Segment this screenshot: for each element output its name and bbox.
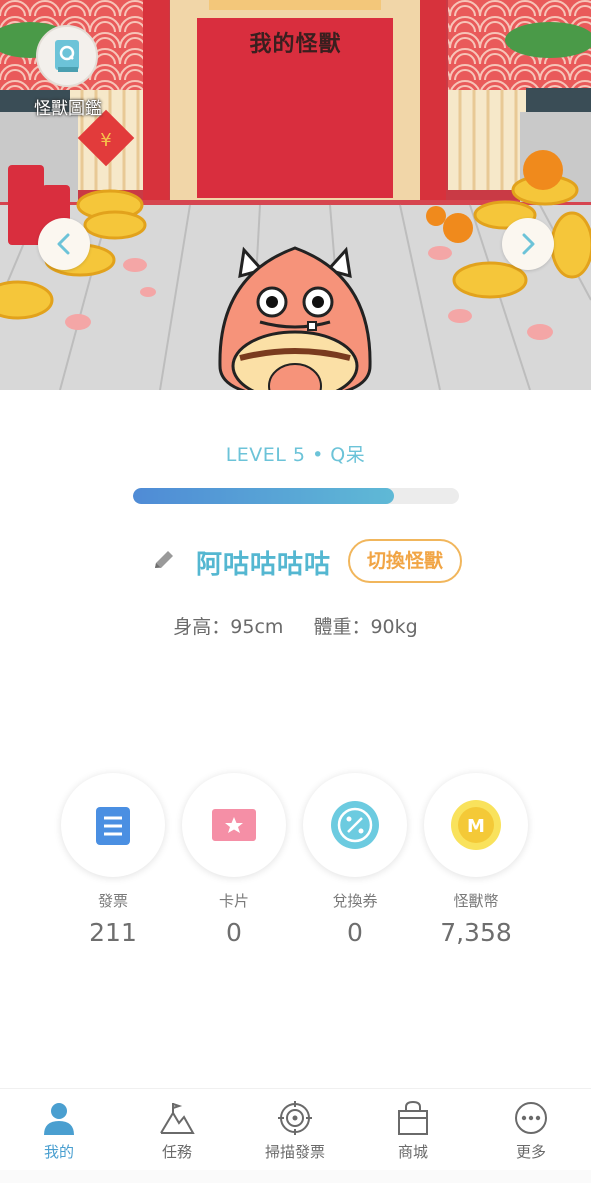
coupon-button[interactable] <box>303 773 407 877</box>
nav-label-scan: 掃描發票 <box>264 1143 325 1161</box>
scan-target-icon <box>278 1101 312 1135</box>
previous-monster-button[interactable] <box>38 218 90 270</box>
svg-text:¥: ¥ <box>100 130 111 151</box>
person-icon <box>44 1103 74 1135</box>
shopping-bag-icon <box>398 1101 428 1135</box>
coupon-label: 兌換券 <box>332 892 378 910</box>
more-icon <box>515 1102 547 1134</box>
card-count: 0 <box>226 918 242 947</box>
edit-pencil-icon[interactable] <box>150 547 178 575</box>
monster-coin-icon: M <box>451 800 501 850</box>
coupon-icon <box>331 801 379 849</box>
svg-text:M: M <box>467 816 485 837</box>
nav-item-me[interactable]: 我的 <box>0 1089 118 1169</box>
monster-coin-count: 7,358 <box>440 918 512 947</box>
level-text: LEVEL 5 • Q呆 <box>225 444 366 466</box>
switch-monster-button[interactable]: 切換怪獸 <box>348 539 462 583</box>
chevron-left-icon <box>57 233 70 255</box>
monster-character <box>218 246 372 390</box>
monster-coin-button[interactable]: M <box>424 773 528 877</box>
card-label: 卡片 <box>218 892 249 910</box>
nav-label-shop: 商城 <box>397 1143 428 1161</box>
nav-label-me: 我的 <box>43 1143 74 1161</box>
coupon-count: 0 <box>347 918 363 947</box>
monster-name: 阿咕咕咕咕 <box>196 550 332 580</box>
nav-item-more[interactable]: 更多 <box>472 1089 590 1169</box>
nav-label-tasks: 任務 <box>161 1143 192 1161</box>
monster-name-row: 阿咕咕咕咕 切換怪獸 <box>0 536 591 586</box>
nav-item-shop[interactable]: 商城 <box>354 1089 472 1169</box>
invoice-button[interactable] <box>61 773 165 877</box>
book-icon <box>55 40 79 72</box>
invoice-icon <box>96 807 130 845</box>
monster-book-label: 怪獸圖鑑 <box>34 99 102 119</box>
monster-book-button[interactable] <box>36 25 98 87</box>
next-monster-button[interactable] <box>502 218 554 270</box>
invoice-label: 發票 <box>97 892 128 910</box>
height-text: 身高：95cm <box>173 616 284 638</box>
card-icon <box>212 809 256 841</box>
level-progress-bar <box>133 488 459 504</box>
invoice-count: 211 <box>89 918 137 947</box>
weight-text: 體重：90kg <box>313 616 418 638</box>
monster-stats: 身高：95cm 體重：90kg <box>0 612 591 639</box>
monster-coin-label: 怪獸幣 <box>453 892 499 910</box>
mountain-icon <box>160 1103 195 1134</box>
nav-label-more: 更多 <box>515 1143 546 1161</box>
card-button[interactable] <box>182 773 286 877</box>
nav-item-tasks[interactable]: 任務 <box>118 1089 236 1169</box>
nav-item-scan[interactable]: 掃描發票 <box>236 1089 354 1169</box>
system-bottom-bar <box>0 1170 591 1183</box>
level-progress-fill <box>133 488 394 504</box>
chevron-right-icon <box>522 233 535 255</box>
